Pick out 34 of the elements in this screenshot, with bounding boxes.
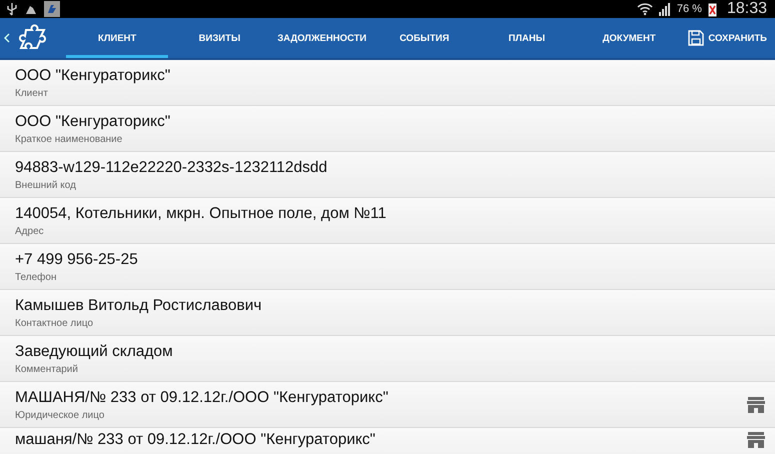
field-label: Комментарий (15, 364, 78, 374)
back-icon (4, 33, 10, 43)
save-button[interactable]: СОХРАНИТЬ (680, 18, 775, 58)
field-value: 94883-w129-112e22220-2332s-1232112dsdd (15, 158, 328, 176)
field-value: 140054, Котельники, мкрн. Опытное поле, дом №11 (15, 204, 386, 222)
clock: 18:33 (726, 0, 767, 18)
tab[interactable]: СОБЫТИЯ (373, 18, 476, 58)
battery-percent: 76 % (676, 3, 702, 15)
store-icon[interactable] (747, 431, 765, 449)
field-value: Камышев Витольд Ростиславович (15, 296, 262, 314)
field-value: ООО "Кенгураторикс" (15, 66, 170, 84)
field-label: Контактное лицо (15, 318, 94, 328)
field-value: МАШАНЯ/№ 233 от 09.12.12г./ООО "Кенгураторикс" (15, 388, 388, 406)
field-row[interactable]: МАШАНЯ/№ 233 от 09.12.12г./ООО "Кенгураторикс" Юридическое лицо (0, 382, 775, 428)
field-value: +7 499 956-25-25 (15, 250, 138, 268)
battery-icon (708, 2, 717, 16)
tab[interactable]: ЗАДОЛЖЕННОСТИ (270, 18, 374, 58)
field-label: Краткое наименование (15, 134, 122, 144)
field-value: машаня/№ 233 от 09.12.12г./ООО "Кенгураторикс" (15, 431, 376, 449)
tab[interactable]: ДОКУМЕНТ (578, 18, 680, 58)
field-label: Внешний код (15, 180, 76, 190)
field-value: ООО "Кенгураторикс" (15, 112, 170, 130)
field-value: Заведующий складом (15, 342, 173, 360)
field-label: Юридическое лицо (15, 410, 104, 420)
usb-icon (6, 2, 18, 16)
field-label: Телефон (15, 272, 56, 282)
store-icon[interactable] (747, 396, 765, 414)
field-label: Адрес (15, 226, 44, 236)
signal-icon (658, 2, 671, 16)
tab[interactable]: ПЛАНЫ (476, 18, 578, 58)
floppy-icon (688, 30, 704, 46)
field-label: Клиент (15, 88, 48, 98)
wifi-icon (636, 2, 653, 16)
tab[interactable]: ВИЗИТЫ (168, 18, 271, 58)
